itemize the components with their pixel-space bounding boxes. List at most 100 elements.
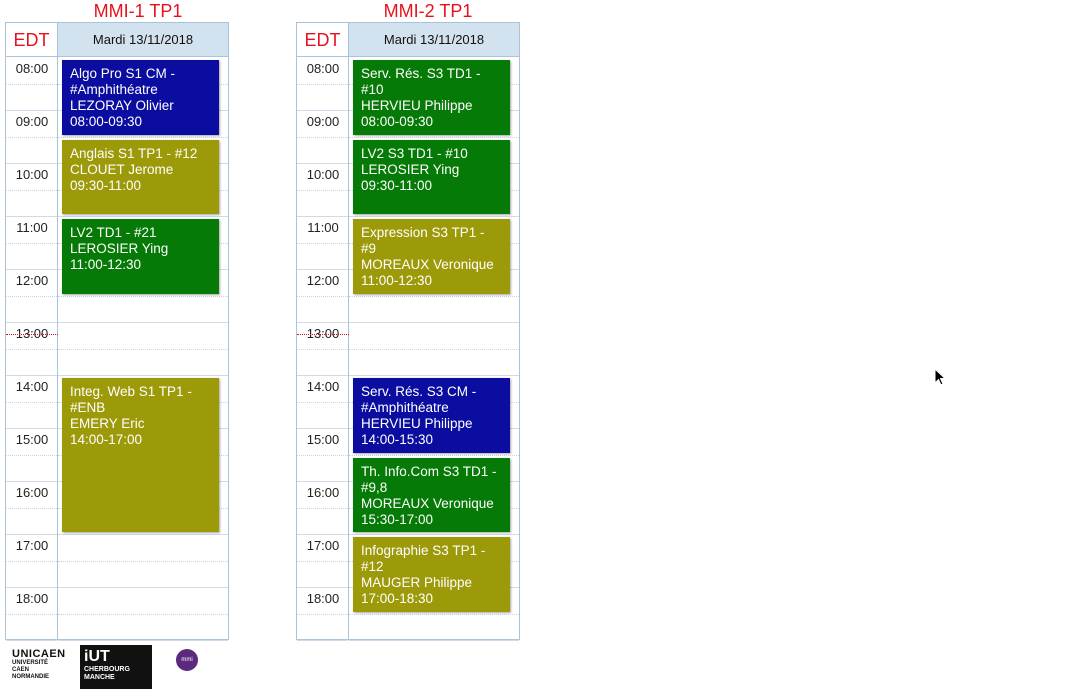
grid-line — [6, 428, 57, 429]
mouse-cursor-icon — [934, 368, 947, 386]
event-text-line: Algo Pro S1 CM - — [70, 66, 176, 81]
time-label: 16:00 — [306, 485, 340, 500]
event-text-line: MOREAUX Veronique — [361, 257, 494, 272]
day-header[interactable]: Mardi 13/11/2018 — [58, 23, 228, 57]
event-text-line: LEROSIER Ying — [361, 161, 460, 177]
grid-line — [6, 534, 57, 535]
event-text-line: 14:00-17:00 — [70, 432, 143, 447]
grid-line — [6, 269, 57, 270]
event-text-line: 09:30-11:00 — [361, 177, 433, 193]
grid-line — [6, 560, 57, 562]
current-time-marker — [297, 334, 349, 335]
edt-label[interactable]: EDT — [297, 23, 349, 57]
time-label: 18:00 — [15, 591, 49, 606]
course-event[interactable]: Th. Info.Com S3 TD1 - #9,8 MOREAUX Veroniq… — [353, 457, 510, 532]
course-event[interactable]: Serv. Rés. S3 CM - #Amphithéatre HERVIEU P… — [353, 378, 510, 453]
event-text-line: #10 — [361, 82, 384, 97]
event-text-line: 08:00-09:30 — [361, 114, 434, 129]
time-label: 09:00 — [15, 114, 49, 129]
course-event[interactable]: Expression S3 TP1 - #9 MOREAUX Veronique 11… — [353, 219, 510, 294]
time-label: 10:00 — [15, 167, 49, 182]
time-label: 12:00 — [306, 273, 340, 288]
course-event[interactable]: Integ. Web S1 TP1 - #ENB EMERY Eric 14:00-1… — [62, 378, 219, 532]
edt-label[interactable]: EDT — [6, 23, 58, 57]
event-text-line: #9 — [361, 241, 377, 256]
grid-line — [297, 110, 348, 111]
event-text-line: Integ. Web S1 TP1 - — [70, 384, 192, 399]
event-text-line: HERVIEU Philippe — [361, 416, 473, 431]
grid-line — [349, 613, 519, 615]
time-label: 10:00 — [306, 167, 340, 182]
grid-line — [58, 375, 228, 376]
grid-line — [6, 375, 57, 376]
group-title: MMI-1 TP1 — [93, 1, 183, 21]
schedule-mmi1-tp1: EDT Mardi 13/11/2018 08:00 09:00 10:00 11:0… — [5, 22, 229, 641]
grid-line — [58, 295, 228, 297]
current-time-marker — [6, 334, 58, 335]
iut-cherbourg-logo: iUT CHERBOURG MANCHE — [80, 645, 152, 689]
grid-line — [349, 454, 519, 456]
grid-line — [6, 110, 57, 111]
grid-line — [297, 481, 348, 482]
time-label: 18:00 — [306, 591, 340, 606]
grid-line — [6, 163, 57, 164]
grid-line — [58, 613, 228, 615]
time-label: 08:00 — [15, 61, 49, 76]
event-text-line: 08:00-09:30 — [70, 114, 143, 129]
course-event[interactable]: Infographie S3 TP1 - #12 MAUGER Philippe 17… — [353, 537, 510, 612]
time-label: 09:00 — [306, 114, 340, 129]
day-grid: Algo Pro S1 CM - #Amphithéatre LEZORAY Oli… — [58, 57, 228, 641]
grid-line — [6, 216, 57, 217]
course-event[interactable]: LV2 TD1 - #21 LEROSIER Ying 11:00-12:30 — [62, 219, 219, 294]
time-label: 11:00 — [16, 220, 48, 235]
grid-line — [58, 534, 228, 535]
grid-line — [297, 83, 348, 85]
grid-line — [6, 322, 57, 323]
event-text-line: Th. Info.Com S3 TD1 - — [361, 463, 497, 479]
unicaen-logo: UNICAEN UNIVERSITÉ CAEN NORMANDIE — [12, 648, 66, 680]
grid-line — [6, 481, 57, 482]
grid-line — [297, 587, 348, 588]
event-text-line: Expression S3 TP1 - — [361, 225, 485, 240]
event-text-line: EMERY Eric — [70, 416, 145, 431]
grid-line — [6, 454, 57, 456]
time-column: 08:00 09:00 10:00 11:00 12:00 13:00 14:00 15:00… — [297, 57, 349, 641]
grid-line — [58, 348, 228, 350]
grid-line — [349, 136, 519, 138]
grid-line — [6, 507, 57, 509]
grid-line — [6, 640, 57, 641]
grid-line — [6, 189, 57, 191]
event-text-line: CLOUET Jerome — [70, 161, 174, 177]
time-label: 15:00 — [15, 432, 49, 447]
grid-line — [6, 242, 57, 244]
event-text-line: Infographie S3 TP1 - — [361, 543, 486, 558]
grid-line — [297, 613, 348, 615]
event-text-line: LV2 S3 TD1 - #10 — [361, 145, 468, 161]
schedule-mmi2-tp1: EDT Mardi 13/11/2018 08:00 09:00 10:00 11:0… — [296, 22, 520, 641]
grid-line — [58, 640, 228, 641]
event-text-line: 14:00-15:30 — [361, 432, 434, 447]
event-text-line: #12 — [361, 559, 384, 574]
grid-line — [297, 375, 348, 376]
grid-line — [297, 189, 348, 191]
day-header[interactable]: Mardi 13/11/2018 — [349, 23, 519, 57]
mmi-logo: mmi — [176, 649, 198, 671]
grid-line — [349, 534, 519, 535]
course-event[interactable]: Serv. Rés. S3 TD1 - #10 HERVIEU Philippe 08… — [353, 60, 510, 135]
event-text-line: MOREAUX Veronique — [361, 495, 494, 511]
course-event[interactable]: Anglais S1 TP1 - #12 CLOUET Jerome 09:30-1… — [62, 139, 219, 214]
grid-line — [58, 136, 228, 138]
grid-line — [58, 560, 228, 562]
grid-line — [297, 401, 348, 403]
grid-line — [297, 242, 348, 244]
event-text-line: Serv. Rés. S3 CM - — [361, 384, 477, 399]
event-text-line: Anglais S1 TP1 - #12 — [70, 145, 198, 161]
time-label: 08:00 — [306, 61, 340, 76]
event-text-line: #Amphithéatre — [70, 82, 158, 97]
grid-line — [6, 136, 57, 138]
event-text-line: Serv. Rés. S3 TD1 - — [361, 66, 481, 81]
grid-line — [58, 322, 228, 323]
course-event[interactable]: Algo Pro S1 CM - #Amphithéatre LEZORAY Oli… — [62, 60, 219, 135]
course-event[interactable]: LV2 S3 TD1 - #10 LEROSIER Ying 09:30-11:00 — [353, 139, 510, 214]
time-label: 15:00 — [306, 432, 340, 447]
